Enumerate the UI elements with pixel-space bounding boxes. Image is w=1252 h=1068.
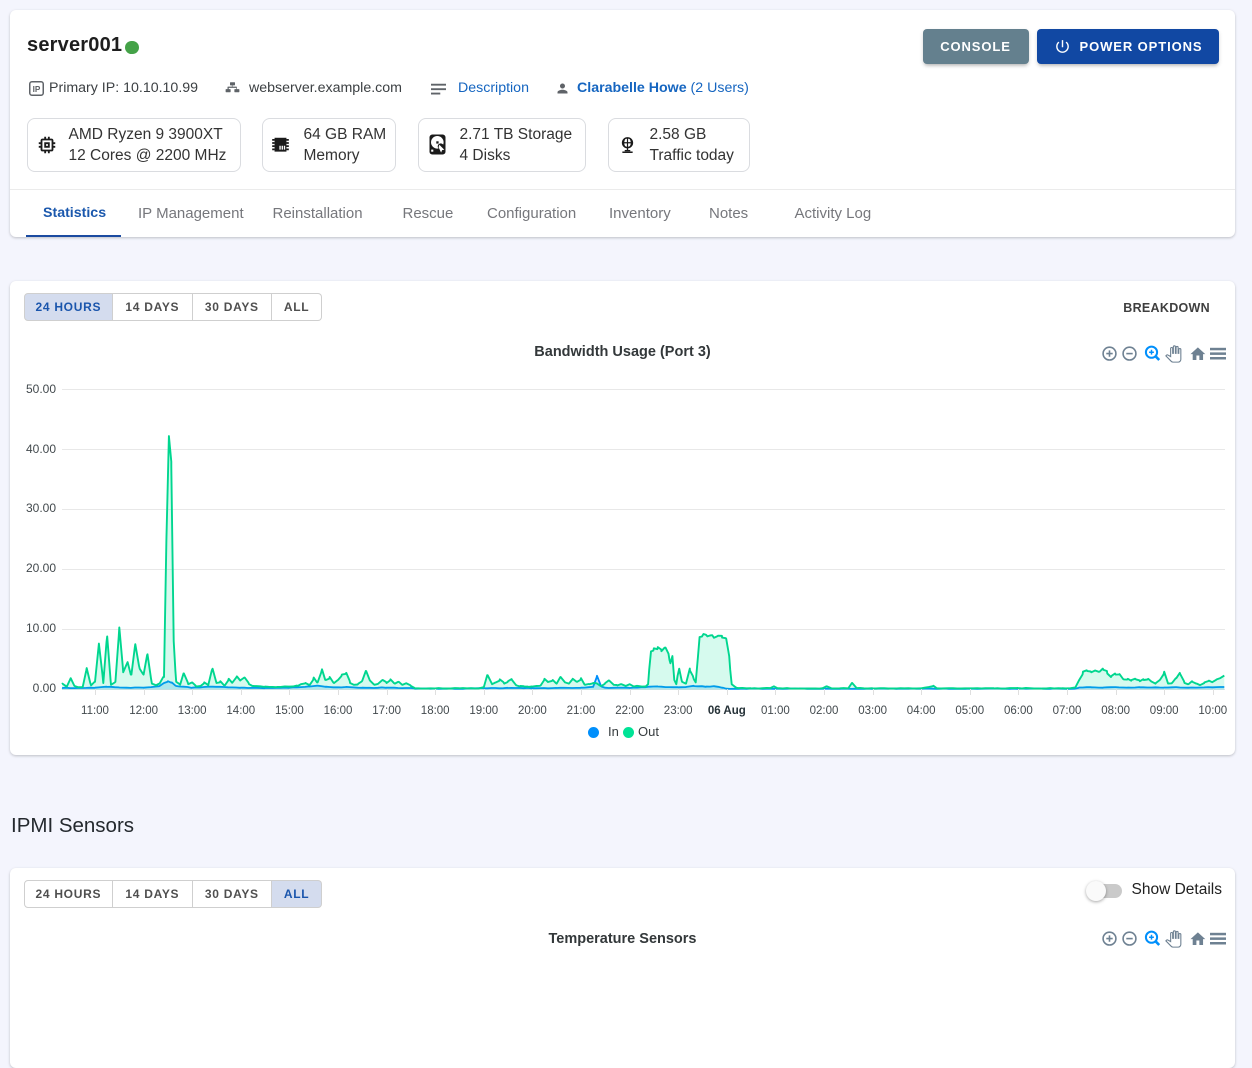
- svg-text:IP: IP: [33, 85, 41, 94]
